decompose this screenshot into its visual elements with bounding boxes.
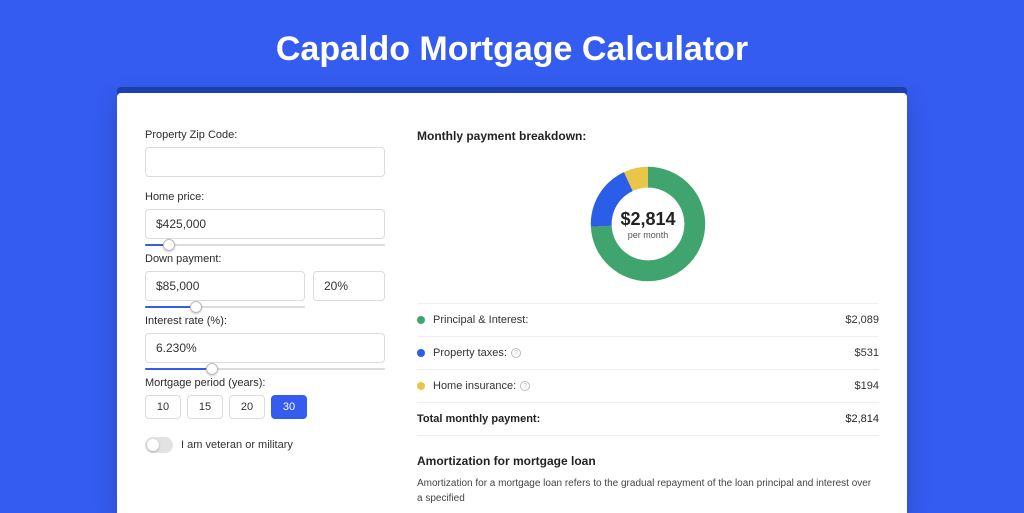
down-payment-label: Down payment: <box>145 253 385 265</box>
legend-dot <box>417 316 425 324</box>
legend-label: Home insurance: ? <box>433 380 855 392</box>
interest-rate-slider-handle[interactable] <box>206 363 218 375</box>
calculator-card: Property Zip Code: Home price: Down paym… <box>117 93 907 513</box>
zip-label: Property Zip Code: <box>145 129 385 141</box>
legend-label: Property taxes: ? <box>433 347 855 359</box>
total-row: Total monthly payment: $2,814 <box>417 403 879 436</box>
info-icon[interactable]: ? <box>520 381 530 391</box>
zip-group: Property Zip Code: <box>145 129 385 177</box>
down-payment-pct-input[interactable] <box>313 271 385 301</box>
donut-sub: per month <box>628 230 669 240</box>
home-price-slider-handle[interactable] <box>163 239 175 251</box>
donut-center: $2,814 per month <box>583 159 713 289</box>
interest-rate-label: Interest rate (%): <box>145 315 385 327</box>
period-segmented-control: 10152030 <box>145 395 385 419</box>
interest-rate-input[interactable] <box>145 333 385 363</box>
amortization-heading: Amortization for mortgage loan <box>417 454 879 468</box>
down-payment-slider-fill <box>145 306 196 308</box>
legend-dot <box>417 349 425 357</box>
donut-chart: $2,814 per month <box>583 159 713 289</box>
legend: Principal & Interest: $2,089Property tax… <box>417 303 879 403</box>
veteran-row: I am veteran or military <box>145 437 385 453</box>
period-label: Mortgage period (years): <box>145 377 385 389</box>
veteran-label: I am veteran or military <box>181 439 293 451</box>
legend-row: Property taxes: ?$531 <box>417 337 879 370</box>
legend-row: Principal & Interest: $2,089 <box>417 304 879 337</box>
down-payment-slider-handle[interactable] <box>190 301 202 313</box>
home-price-group: Home price: <box>145 191 385 239</box>
legend-value: $2,089 <box>845 314 879 326</box>
total-value: $2,814 <box>845 413 879 425</box>
legend-row: Home insurance: ?$194 <box>417 370 879 403</box>
period-option-30[interactable]: 30 <box>271 395 307 419</box>
breakdown-panel: Monthly payment breakdown: $2,814 per mo… <box>417 129 879 513</box>
home-price-input[interactable] <box>145 209 385 239</box>
page-title: Capaldo Mortgage Calculator <box>0 0 1024 93</box>
down-payment-group: Down payment: <box>145 253 385 301</box>
home-price-slider-track[interactable] <box>145 244 385 246</box>
inputs-panel: Property Zip Code: Home price: Down paym… <box>145 129 385 513</box>
interest-rate-group: Interest rate (%): <box>145 315 385 363</box>
legend-value: $531 <box>855 347 879 359</box>
home-price-label: Home price: <box>145 191 385 203</box>
breakdown-heading: Monthly payment breakdown: <box>417 129 879 143</box>
zip-input[interactable] <box>145 147 385 177</box>
amortization-body: Amortization for a mortgage loan refers … <box>417 476 879 506</box>
donut-amount: $2,814 <box>620 209 675 230</box>
total-label: Total monthly payment: <box>417 413 845 425</box>
donut-chart-wrap: $2,814 per month <box>417 153 879 303</box>
legend-dot <box>417 382 425 390</box>
legend-label: Principal & Interest: <box>433 314 845 326</box>
down-payment-input[interactable] <box>145 271 305 301</box>
veteran-toggle[interactable] <box>145 437 173 453</box>
period-option-20[interactable]: 20 <box>229 395 265 419</box>
info-icon[interactable]: ? <box>511 348 521 358</box>
interest-rate-slider-fill <box>145 368 212 370</box>
period-option-15[interactable]: 15 <box>187 395 223 419</box>
period-option-10[interactable]: 10 <box>145 395 181 419</box>
period-group: Mortgage period (years): 10152030 <box>145 377 385 419</box>
legend-value: $194 <box>855 380 879 392</box>
